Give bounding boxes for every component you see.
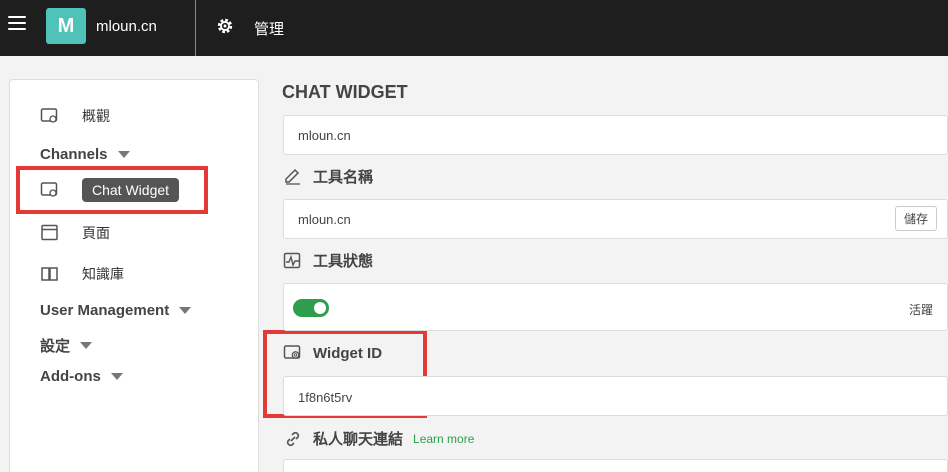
- site-url-value: mloun.cn: [298, 128, 351, 143]
- private-link-label-text: 私人聊天連結: [313, 431, 404, 448]
- site-name[interactable]: mloun.cn: [96, 18, 157, 35]
- tool-status-panel: 活躍: [283, 283, 948, 331]
- hamburger-icon[interactable]: [8, 16, 26, 34]
- user-management-label: User Management: [40, 302, 170, 319]
- chevron-down-icon: [117, 151, 130, 158]
- chevron-down-icon: [179, 307, 192, 314]
- settings-label: 設定: [40, 338, 71, 355]
- private-link-label: 私人聊天連結 Learn more: [283, 428, 474, 449]
- sidebar-item-pages[interactable]: 頁面: [40, 223, 110, 243]
- pencil-icon: [285, 168, 300, 185]
- chevron-down-icon: [80, 342, 93, 349]
- page-icon: [41, 224, 58, 241]
- header-divider: [195, 0, 196, 56]
- sidebar-group-addons[interactable]: Add-ons: [40, 368, 123, 385]
- tool-status-label: 工具狀態: [283, 250, 373, 271]
- sidebar-group-channels[interactable]: Channels: [40, 146, 130, 163]
- tool-status-label-text: 工具狀態: [313, 253, 374, 270]
- sidebar-item-label: 概觀: [82, 108, 110, 124]
- status-text: 活躍: [908, 303, 933, 317]
- save-button[interactable]: 儲存: [894, 206, 937, 231]
- tool-name-label: 工具名稱: [283, 166, 373, 187]
- sidebar-group-user-management[interactable]: User Management: [40, 302, 192, 319]
- fingerprint-icon: [283, 345, 301, 359]
- link-icon: [286, 431, 300, 446]
- sidebar-item-label: 知識庫: [82, 266, 124, 282]
- widget-id-value: 1f8n6t5rv: [298, 390, 353, 405]
- site-url-field[interactable]: mloun.cn: [283, 115, 948, 155]
- sidebar: 概觀 Channels Chat Widget 頁面 知識庫 User Mana…: [9, 79, 259, 472]
- widget-id-label: Widget ID: [283, 344, 382, 362]
- widget-id-label-text: Widget ID: [313, 344, 383, 362]
- page-title: CHAT WIDGET: [282, 82, 408, 102]
- top-bar: M mloun.cn 管理: [0, 0, 948, 56]
- private-link-field[interactable]: [283, 459, 948, 472]
- admin-link[interactable]: 管理: [254, 18, 284, 39]
- learn-more-link[interactable]: Learn more: [413, 432, 474, 446]
- channels-label: Channels: [40, 146, 108, 163]
- status-toggle[interactable]: [293, 299, 329, 317]
- site-logo[interactable]: M: [46, 8, 86, 44]
- highlight-chat-widget: [16, 166, 208, 214]
- gear-icon[interactable]: [216, 17, 234, 35]
- tool-name-label-text: 工具名稱: [313, 169, 374, 186]
- sidebar-item-overview[interactable]: 概觀: [40, 106, 110, 126]
- tool-name-value: mloun.cn: [298, 212, 351, 227]
- addons-label: Add-ons: [40, 368, 101, 385]
- chevron-down-icon: [110, 373, 123, 380]
- activity-icon: [283, 252, 301, 268]
- sidebar-group-settings[interactable]: 設定: [40, 335, 93, 356]
- tool-name-input[interactable]: mloun.cn 儲存: [283, 199, 948, 239]
- dashboard-icon: [40, 108, 58, 123]
- sidebar-item-knowledge-base[interactable]: 知識庫: [40, 264, 124, 284]
- sidebar-item-label: 頁面: [82, 225, 110, 241]
- book-icon: [41, 267, 58, 281]
- widget-id-field[interactable]: 1f8n6t5rv: [283, 376, 948, 416]
